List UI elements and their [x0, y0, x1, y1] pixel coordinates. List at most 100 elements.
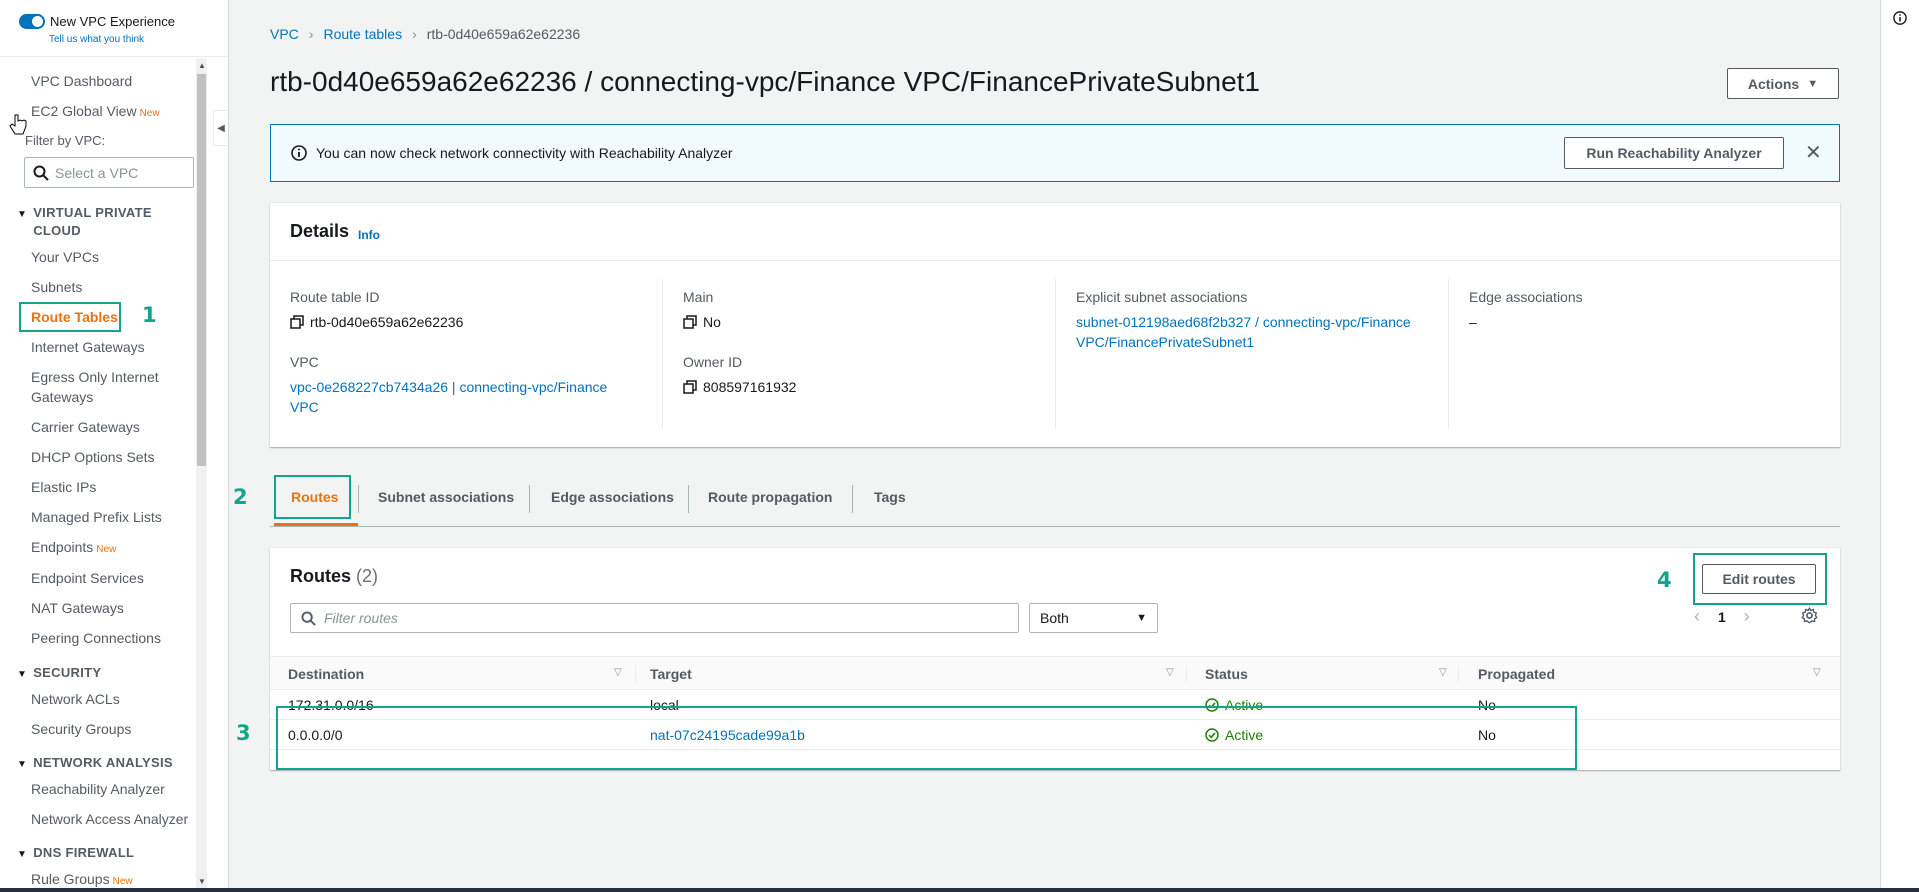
vpc-link[interactable]: vpc-0e268227cb7434a26 | connecting-vpc/F… — [290, 377, 630, 417]
sidebar-item-egress-only-gateways[interactable]: Egress Only Internet Gateways — [31, 367, 181, 407]
details-title: Details — [290, 221, 350, 241]
sidebar-item-managed-prefix-lists[interactable]: Managed Prefix Lists — [31, 507, 162, 527]
sidebar-item-internet-gateways[interactable]: Internet Gateways — [31, 337, 145, 357]
vpc-label: VPC — [290, 354, 319, 370]
route-table-id-label: Route table ID — [290, 289, 380, 305]
info-icon — [291, 145, 307, 161]
route-type-select[interactable]: Both ▼ — [1029, 603, 1158, 633]
sidebar-item-subnets[interactable]: Subnets — [31, 277, 82, 297]
sidebar-item-endpoint-services[interactable]: Endpoint Services — [31, 568, 144, 588]
main-label: Main — [683, 289, 714, 305]
chevron-left-icon: ◀ — [217, 122, 225, 134]
actions-button[interactable]: Actions ▼ — [1727, 68, 1839, 99]
sidebar-item-label: Endpoints — [31, 539, 94, 555]
sidebar-divider — [0, 56, 228, 57]
tab-separator — [358, 485, 359, 513]
sidebar-item-network-acls[interactable]: Network ACLs — [31, 689, 120, 709]
page-title: rtb-0d40e659a62e62236 / connecting-vpc/F… — [270, 66, 1260, 97]
column-divider — [1055, 279, 1056, 429]
tab-route-propagation[interactable]: Route propagation — [708, 489, 832, 505]
column-divider — [1448, 279, 1449, 429]
chevron-right-icon: › — [308, 26, 314, 42]
scroll-down-icon[interactable]: ▼ — [198, 877, 206, 886]
sort-icon[interactable]: ▽ — [614, 667, 622, 678]
column-header-propagated[interactable]: Propagated — [1478, 666, 1555, 682]
section-security[interactable]: ▼ SECURITY — [17, 664, 101, 684]
scroll-up-icon[interactable]: ▲ — [198, 61, 206, 70]
column-separator — [635, 665, 636, 683]
new-vpc-experience-toggle[interactable] — [19, 14, 45, 29]
info-link[interactable]: Info — [358, 228, 380, 242]
chevron-right-icon[interactable]: › — [1744, 606, 1750, 627]
page-number[interactable]: 1 — [1718, 609, 1726, 625]
sidebar-item-carrier-gateways[interactable]: Carrier Gateways — [31, 417, 140, 437]
gear-icon[interactable] — [1801, 607, 1818, 624]
reachability-flash-banner: You can now check network connectivity w… — [270, 124, 1840, 182]
section-label: NETWORK ANALYSIS — [33, 755, 173, 770]
sidebar-item-nat-gateways[interactable]: NAT Gateways — [31, 598, 124, 618]
main-text: No — [703, 314, 721, 330]
sidebar-item-label: Network ACLs — [31, 691, 120, 707]
column-header-destination[interactable]: Destination — [288, 666, 364, 682]
tab-tags[interactable]: Tags — [874, 489, 906, 505]
copy-icon[interactable] — [683, 380, 697, 394]
routes-table-header: Destination ▽ Target ▽ Status ▽ Propagat… — [270, 656, 1840, 690]
explicit-subnet-link[interactable]: subnet-012198aed68f2b327 / connecting-vp… — [1076, 312, 1441, 352]
caret-down-icon: ▼ — [17, 669, 28, 680]
filter-placeholder: Filter routes — [324, 610, 398, 626]
filter-by-vpc-label: Filter by VPC: — [25, 133, 106, 148]
sort-icon[interactable]: ▽ — [1813, 667, 1821, 678]
sidebar-item-label: Elastic IPs — [31, 479, 97, 495]
annotation-number-4: 4 — [1657, 568, 1672, 592]
sidebar-item-label: Security Groups — [31, 721, 132, 737]
close-icon[interactable]: ✕ — [1805, 140, 1822, 165]
active-tab-underline — [274, 523, 358, 526]
routes-title-text: Routes — [290, 566, 352, 586]
column-header-target[interactable]: Target — [650, 666, 692, 682]
filter-routes-input[interactable]: Filter routes — [290, 603, 1019, 633]
sidebar-item-label: Rule Groups — [31, 871, 110, 887]
sidebar-item-elastic-ips[interactable]: Elastic IPs — [31, 477, 96, 497]
sidebar-item-peering-connections[interactable]: Peering Connections — [31, 628, 161, 648]
sidebar-item-label: NAT Gateways — [31, 600, 124, 616]
caret-down-icon: ▼ — [17, 849, 28, 860]
sidebar-item-vpc-dashboard[interactable]: VPC Dashboard — [31, 71, 132, 91]
chevron-left-icon[interactable]: ‹ — [1694, 606, 1700, 627]
section-label: SECURITY — [33, 665, 102, 680]
run-reachability-analyzer-button[interactable]: Run Reachability Analyzer — [1564, 137, 1784, 169]
section-label: VIRTUAL PRIVATE CLOUD — [33, 205, 152, 238]
sidebar-item-network-access-analyzer[interactable]: Network Access Analyzer — [31, 809, 188, 829]
sort-icon[interactable]: ▽ — [1439, 667, 1447, 678]
sidebar-item-your-vpcs[interactable]: Your VPCs — [31, 247, 99, 267]
sidebar-item-reachability-analyzer[interactable]: Reachability Analyzer — [31, 779, 165, 799]
caret-down-icon: ▼ — [17, 209, 28, 220]
column-header-status[interactable]: Status — [1205, 666, 1248, 682]
section-virtual-private-cloud[interactable]: ▼ VIRTUAL PRIVATE CLOUD — [17, 204, 173, 240]
sort-icon[interactable]: ▽ — [1166, 667, 1174, 678]
tab-separator — [852, 485, 853, 513]
sidebar-item-security-groups[interactable]: Security Groups — [31, 719, 131, 739]
sidebar-item-dhcp-options-sets[interactable]: DHCP Options Sets — [31, 447, 154, 467]
sidebar-item-ec2-global-view[interactable]: EC2 Global View New — [31, 101, 160, 124]
column-separator — [1458, 665, 1459, 683]
edit-routes-button[interactable]: Edit routes — [1702, 564, 1816, 594]
breadcrumb-vpc[interactable]: VPC — [270, 26, 299, 42]
tab-edge-associations[interactable]: Edge associations — [551, 489, 674, 505]
toggle-label: New VPC Experience — [50, 14, 175, 29]
new-vpc-experience-toggle-row[interactable]: New VPC Experience — [19, 14, 175, 29]
breadcrumb-route-tables[interactable]: Route tables — [323, 26, 402, 42]
copy-icon[interactable] — [290, 315, 304, 329]
tab-subnet-associations[interactable]: Subnet associations — [378, 489, 514, 505]
copy-icon[interactable] — [683, 315, 697, 329]
feedback-link[interactable]: Tell us what you think — [49, 34, 144, 45]
vpc-filter-select[interactable]: Select a VPC — [24, 157, 194, 188]
info-icon[interactable] — [1893, 11, 1907, 25]
section-dns-firewall[interactable]: ▼ DNS FIREWALL — [17, 844, 134, 864]
routes-title: Routes (2) — [290, 566, 378, 587]
collapse-sidebar-button[interactable]: ◀ — [213, 110, 228, 146]
sidebar-scrollbar-thumb[interactable] — [197, 74, 206, 466]
section-network-analysis[interactable]: ▼ NETWORK ANALYSIS — [17, 754, 173, 774]
sidebar-item-label: Egress Only Internet Gateways — [31, 369, 159, 405]
breadcrumb: VPC › Route tables › rtb-0d40e659a62e622… — [270, 26, 580, 42]
sidebar-item-endpoints[interactable]: Endpoints New — [31, 537, 116, 560]
